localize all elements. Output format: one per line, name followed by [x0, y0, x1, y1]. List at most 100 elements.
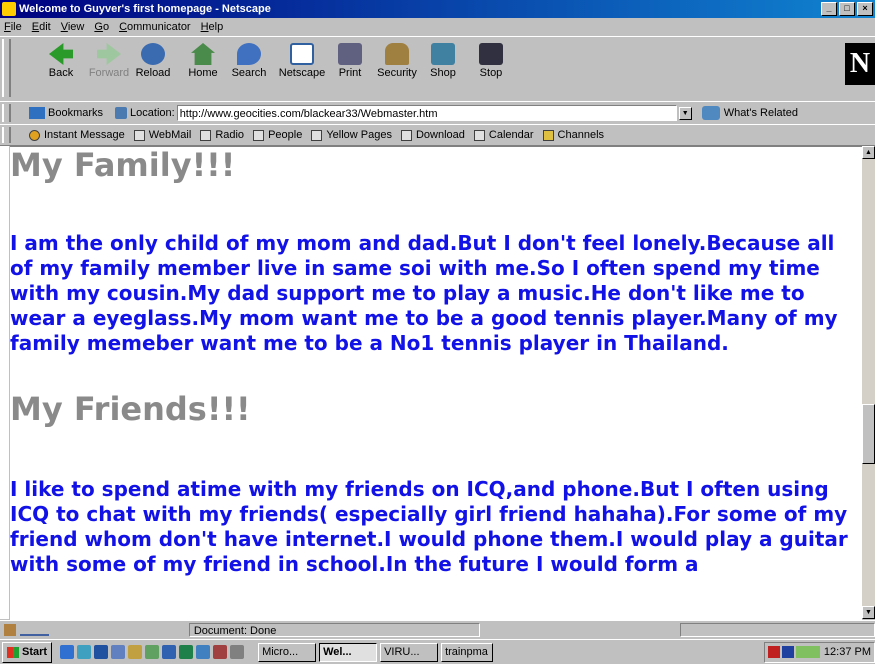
- ie-icon[interactable]: [60, 645, 75, 659]
- personal-toolbar: Instant Message WebMail Radio People Yel…: [0, 124, 875, 146]
- print-label: Print: [338, 67, 362, 79]
- shop-button[interactable]: Shop: [418, 43, 468, 79]
- quicklaunch-icon[interactable]: [196, 645, 211, 659]
- menu-view[interactable]: View: [57, 21, 91, 33]
- bookmark-page-icon: [253, 129, 265, 141]
- page-content[interactable]: My Family!!! I am the only child of my m…: [10, 146, 862, 620]
- yellow-pages-label: Yellow Pages: [326, 129, 392, 141]
- tray-icon[interactable]: [795, 646, 820, 658]
- language-icon[interactable]: [781, 646, 794, 658]
- navigation-toolbar: Back Forward Reload Home Search Netscape…: [0, 36, 875, 102]
- url-input[interactable]: http://www.geocities.com/blackear33/Webm…: [176, 105, 677, 121]
- menu-bar: File Edit View Go Communicator Help: [0, 18, 875, 35]
- desktop-icon[interactable]: [230, 645, 245, 659]
- status-bar: Document: Done: [0, 620, 875, 639]
- connection-icon: [19, 624, 49, 636]
- scroll-up-button[interactable]: ▲: [862, 146, 875, 159]
- webmail-link[interactable]: WebMail: [133, 129, 192, 141]
- reload-button[interactable]: Reload: [128, 43, 178, 79]
- family-paragraph: I am the only child of my mom and dad.Bu…: [10, 231, 838, 355]
- quicklaunch-icon[interactable]: [94, 645, 109, 659]
- print-button[interactable]: Print: [325, 43, 375, 79]
- location-grip[interactable]: [2, 104, 11, 122]
- whats-related-button[interactable]: What's Related: [724, 107, 798, 119]
- vertical-scrollbar[interactable]: ▲ ▼: [862, 146, 875, 619]
- radio-label: Radio: [215, 129, 245, 141]
- quicklaunch-icon[interactable]: [128, 645, 143, 659]
- search-button[interactable]: Search: [224, 43, 274, 79]
- people-link[interactable]: People: [253, 129, 302, 141]
- title-bar[interactable]: Welcome to Guyver's first homepage - Net…: [0, 0, 875, 18]
- personal-grip[interactable]: [2, 127, 11, 143]
- windows-taskbar: Start Micro... Wel... VIRU... trainpma 1…: [0, 639, 875, 664]
- task-word[interactable]: Micro...: [258, 642, 317, 662]
- quicklaunch-icon[interactable]: [213, 645, 228, 659]
- menu-go[interactable]: Go: [90, 21, 115, 33]
- menu-file[interactable]: File: [0, 21, 28, 33]
- bookmarks-button[interactable]: Bookmarks: [48, 107, 103, 119]
- excel-icon[interactable]: [179, 645, 194, 659]
- shop-icon: [431, 43, 455, 65]
- netscape-label: Netscape: [278, 67, 326, 79]
- quicklaunch-icon[interactable]: [111, 645, 126, 659]
- window-title: Welcome to Guyver's first homepage - Net…: [19, 3, 271, 15]
- radio-link[interactable]: Radio: [200, 129, 244, 141]
- stop-button[interactable]: Stop: [466, 43, 516, 79]
- calendar-link[interactable]: Calendar: [473, 129, 534, 141]
- reload-label: Reload: [135, 67, 171, 79]
- netscape-window-icon[interactable]: [2, 2, 16, 16]
- forward-arrow-icon: [97, 43, 121, 65]
- quicklaunch-icon[interactable]: [145, 645, 160, 659]
- instant-message-link[interactable]: Instant Message: [29, 129, 125, 141]
- download-label: Download: [415, 129, 465, 141]
- security-button[interactable]: Security: [372, 43, 422, 79]
- home-label: Home: [188, 67, 218, 79]
- clock: 12:37 PM: [823, 646, 871, 658]
- task-virus[interactable]: VIRU...: [380, 642, 439, 662]
- bookmark-page-icon: [473, 129, 485, 141]
- yellow-pages-link[interactable]: Yellow Pages: [311, 129, 392, 141]
- minimize-button[interactable]: _: [821, 2, 837, 16]
- url-dropdown-button[interactable]: ▼: [678, 106, 692, 120]
- download-link[interactable]: Download: [400, 129, 465, 141]
- menu-communicator[interactable]: Communicator: [115, 21, 197, 33]
- stop-label: Stop: [479, 67, 503, 79]
- status-text: Document: Done: [188, 623, 481, 637]
- instant-message-icon: [29, 129, 40, 141]
- lock-icon: [385, 43, 409, 65]
- task-netscape[interactable]: Wel...: [319, 642, 378, 662]
- security-status-icon[interactable]: [4, 624, 16, 636]
- netscape-logo[interactable]: N: [845, 43, 875, 85]
- scroll-thumb[interactable]: [862, 404, 875, 464]
- toolbar-grip[interactable]: [2, 39, 11, 97]
- status-component-bar: [680, 623, 875, 637]
- folder-icon: [542, 129, 554, 141]
- maximize-button[interactable]: □: [839, 2, 855, 16]
- tray-icon[interactable]: [767, 646, 780, 658]
- location-label: Location:: [130, 107, 175, 119]
- task-trainpma[interactable]: trainpma: [441, 642, 494, 662]
- friends-heading: My Friends!!!: [10, 390, 251, 428]
- scroll-down-button[interactable]: ▼: [862, 606, 875, 619]
- netscape-button[interactable]: Netscape: [274, 43, 330, 79]
- menu-edit[interactable]: Edit: [28, 21, 57, 33]
- back-button[interactable]: Back: [36, 43, 86, 79]
- start-button[interactable]: Start: [2, 641, 53, 663]
- webmail-label: WebMail: [148, 129, 192, 141]
- calendar-label: Calendar: [488, 129, 534, 141]
- channels-link[interactable]: Channels: [542, 129, 605, 141]
- outlook-icon[interactable]: [77, 645, 92, 659]
- friends-paragraph: I like to spend atime with my friends on…: [10, 477, 848, 576]
- close-button[interactable]: ×: [857, 2, 873, 16]
- channels-label: Channels: [557, 129, 605, 141]
- bookmark-page-icon: [200, 129, 212, 141]
- home-button[interactable]: Home: [178, 43, 228, 79]
- whats-related-icon: [701, 106, 720, 120]
- back-arrow-icon: [49, 43, 73, 65]
- people-label: People: [268, 129, 303, 141]
- menu-help[interactable]: Help: [197, 21, 230, 33]
- windows-logo-icon: [7, 646, 19, 658]
- stop-icon: [479, 43, 503, 65]
- word-icon[interactable]: [162, 645, 177, 659]
- forward-button[interactable]: Forward: [84, 43, 134, 79]
